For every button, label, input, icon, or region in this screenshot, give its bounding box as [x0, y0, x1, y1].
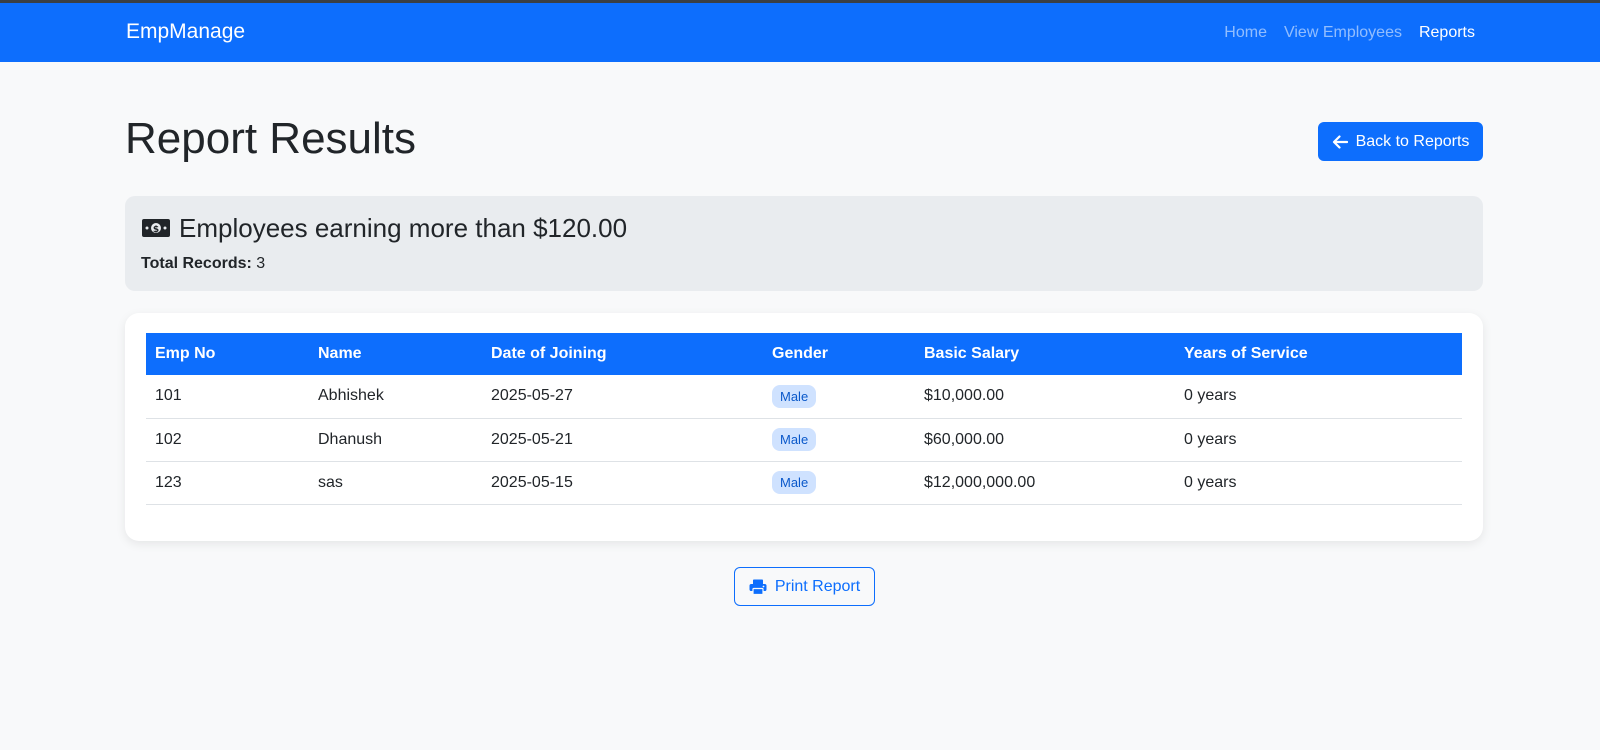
cell-gender: Male [763, 375, 915, 419]
money-bill-icon: $ [142, 219, 170, 237]
col-header-gender: Gender [772, 345, 829, 362]
summary-heading: $ Employees earning more than $120.00 [141, 212, 627, 244]
col-header-emp-no: Emp No [155, 345, 216, 362]
results-table-card: Emp No Name Date of Joining Gender Basic… [125, 313, 1483, 541]
printer-icon [749, 579, 767, 595]
summary-heading-text: Employees earning more than $120.00 [179, 213, 628, 243]
cell-name: Dhanush [309, 418, 482, 462]
page-title: Report Results [125, 114, 417, 163]
total-records: Total Records: 3 [141, 254, 265, 274]
total-records-value: 3 [256, 255, 266, 272]
cell-basic-salary: $10,000.00 [915, 375, 1175, 419]
nav-link-reports[interactable]: Reports [1419, 23, 1475, 43]
table-row: 102 Dhanush 2025-05-21 Male $60,000.00 0… [146, 418, 1462, 462]
cell-date-of-joining: 2025-05-21 [482, 418, 763, 462]
cell-years-of-service: 0 years [1175, 418, 1462, 462]
cell-date-of-joining: 2025-05-27 [482, 375, 763, 419]
back-to-reports-label: Back to Reports [1355, 132, 1470, 150]
cell-date-of-joining: 2025-05-15 [482, 461, 763, 505]
col-header-basic-salary: Basic Salary [924, 345, 1020, 362]
cell-emp-no: 101 [146, 375, 309, 419]
cell-basic-salary: $60,000.00 [915, 418, 1175, 462]
results-table: Emp No Name Date of Joining Gender Basic… [146, 333, 1462, 505]
table-header-row: Emp No Name Date of Joining Gender Basic… [146, 333, 1462, 375]
report-summary: $ Employees earning more than $120.00 To… [125, 196, 1483, 291]
gender-badge: Male [772, 384, 817, 408]
cell-years-of-service: 0 years [1175, 375, 1462, 419]
col-header-name: Name [318, 345, 362, 362]
cell-years-of-service: 0 years [1175, 461, 1462, 505]
back-to-reports-button[interactable]: Back to Reports [1318, 122, 1483, 161]
cell-emp-no: 102 [146, 418, 309, 462]
arrow-left-icon [1332, 134, 1348, 149]
cell-name: Abhishek [309, 375, 482, 419]
gender-badge: Male [772, 428, 817, 451]
cell-basic-salary: $12,000,000.00 [915, 461, 1175, 505]
gender-badge: Male [772, 471, 817, 494]
total-records-label: Total Records: [141, 255, 252, 272]
brand-logo[interactable]: EmpManage [126, 20, 245, 44]
table-row: 101 Abhishek 2025-05-27 Male $10,000.00 … [146, 375, 1462, 419]
table-row: 123 sas 2025-05-15 Male $12,000,000.00 0… [146, 461, 1462, 505]
cell-gender: Male [763, 418, 915, 462]
cell-name: sas [309, 461, 482, 505]
svg-text:$: $ [153, 225, 159, 235]
nav-links: Home View Employees Reports [1224, 23, 1475, 43]
cell-emp-no: 123 [146, 461, 309, 505]
top-navbar: EmpManage Home View Employees Reports [0, 3, 1600, 62]
col-header-years-of-service: Years of Service [1184, 345, 1308, 362]
nav-link-home[interactable]: Home [1224, 23, 1267, 43]
print-report-label: Print Report [774, 577, 861, 595]
col-header-date-of-joining: Date of Joining [491, 345, 607, 362]
cell-gender: Male [763, 461, 915, 505]
nav-link-view-employees[interactable]: View Employees [1284, 23, 1402, 43]
print-report-button[interactable]: Print Report [734, 567, 875, 606]
